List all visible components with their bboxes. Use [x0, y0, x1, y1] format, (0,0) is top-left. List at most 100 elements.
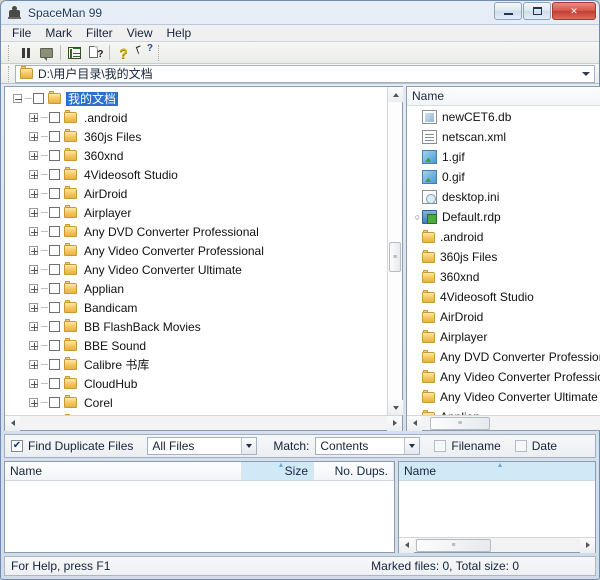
tree-vscroll-thumb[interactable]: ≡: [389, 242, 401, 272]
menu-file[interactable]: File: [5, 25, 38, 41]
expand-toggle-icon[interactable]: [29, 227, 38, 236]
help-button[interactable]: ?: [113, 43, 134, 62]
tree-vertical-scrollbar[interactable]: ≡: [387, 87, 402, 415]
toolbar-grip-2[interactable]: [158, 45, 162, 61]
tree-horizontal-scrollbar[interactable]: [5, 415, 402, 430]
folder-tree[interactable]: 我的文档.android360js Files360xnd4Videosoft …: [5, 87, 402, 430]
dupfiles-horizontal-scrollbar[interactable]: ≡: [399, 537, 595, 552]
tree-node-checkbox[interactable]: [49, 226, 60, 237]
tree-node-checkbox[interactable]: [49, 378, 60, 389]
document-help-button[interactable]: ?: [85, 43, 106, 62]
tree-node[interactable]: Applian: [5, 279, 402, 298]
file-list-row[interactable]: Any Video Converter Professiona: [407, 367, 600, 387]
chevron-down-icon[interactable]: [404, 438, 419, 454]
tree-node[interactable]: Bandicam: [5, 298, 402, 317]
dupfiles-hscroll-thumb[interactable]: ≡: [416, 539, 491, 552]
expand-toggle-icon[interactable]: [29, 322, 38, 331]
file-list-row[interactable]: .android: [407, 227, 600, 247]
expand-toggle-icon[interactable]: [29, 303, 38, 312]
file-list-row[interactable]: Any DVD Converter Professional: [407, 347, 600, 367]
menu-help[interactable]: Help: [159, 25, 198, 41]
file-list-row[interactable]: desktop.ini: [407, 187, 600, 207]
find-duplicates-checkbox[interactable]: ✔: [11, 440, 23, 452]
menu-filter[interactable]: Filter: [79, 25, 120, 41]
file-list-row[interactable]: netscan.xml: [407, 127, 600, 147]
tree-node[interactable]: BBE Sound: [5, 336, 402, 355]
expand-toggle-icon[interactable]: [29, 189, 38, 198]
scroll-left-icon[interactable]: [407, 416, 422, 431]
scroll-up-icon[interactable]: [388, 87, 403, 102]
tree-node-checkbox[interactable]: [49, 150, 60, 161]
file-list-row[interactable]: Airplayer: [407, 327, 600, 347]
file-list-rows[interactable]: newCET6.dbnetscan.xml1.gif0.gifdesktop.i…: [407, 106, 600, 430]
tree-node-checkbox[interactable]: [49, 169, 60, 180]
comment-button[interactable]: [36, 43, 57, 62]
tree-node-checkbox[interactable]: [49, 188, 60, 199]
tree-node-checkbox[interactable]: [49, 245, 60, 256]
file-list-row[interactable]: ○Default.rdp: [407, 207, 600, 227]
dup-column-header-name[interactable]: Name: [5, 462, 242, 480]
maximize-button[interactable]: [523, 2, 551, 20]
pause-button[interactable]: [15, 43, 36, 62]
tree-node[interactable]: 4Videosoft Studio: [5, 165, 402, 184]
path-combobox[interactable]: D:\用户目录\我的文档: [15, 65, 595, 83]
tree-node[interactable]: AirDroid: [5, 184, 402, 203]
expand-toggle-icon[interactable]: [29, 284, 38, 293]
scroll-down-icon[interactable]: [388, 400, 403, 415]
expand-toggle-icon[interactable]: [29, 170, 38, 179]
tree-node[interactable]: .android: [5, 108, 402, 127]
tree-node-checkbox[interactable]: [49, 321, 60, 332]
expand-toggle-icon[interactable]: [29, 341, 38, 350]
tree-node-checkbox[interactable]: [49, 131, 60, 142]
tree-node[interactable]: Any Video Converter Ultimate: [5, 260, 402, 279]
expand-toggle-icon[interactable]: [29, 398, 38, 407]
tree-node[interactable]: Any Video Converter Professional: [5, 241, 402, 260]
expand-toggle-icon[interactable]: [29, 132, 38, 141]
tree-node-checkbox[interactable]: [49, 264, 60, 275]
tree-node-checkbox[interactable]: [49, 283, 60, 294]
menu-mark[interactable]: Mark: [38, 25, 79, 41]
scroll-left-icon[interactable]: [399, 538, 414, 553]
tree-node[interactable]: CloudHub: [5, 374, 402, 393]
file-list-row[interactable]: 0.gif: [407, 167, 600, 187]
list-horizontal-scrollbar[interactable]: ≡: [407, 415, 600, 430]
file-list-row[interactable]: 360js Files: [407, 247, 600, 267]
menu-view[interactable]: View: [120, 25, 160, 41]
tree-node[interactable]: 我的文档: [5, 89, 402, 108]
chevron-down-icon[interactable]: [582, 72, 590, 76]
file-list-row[interactable]: Any Video Converter Ultimate: [407, 387, 600, 407]
tree-node-checkbox[interactable]: [49, 302, 60, 313]
tree-node-checkbox[interactable]: [49, 397, 60, 408]
list-hscroll-thumb[interactable]: ≡: [430, 417, 490, 430]
column-header-name[interactable]: Name: [407, 87, 600, 106]
address-grip[interactable]: [8, 66, 12, 82]
context-help-button[interactable]: ?: [134, 43, 155, 62]
minimize-button[interactable]: [494, 2, 522, 20]
chevron-down-icon[interactable]: [241, 438, 256, 454]
expand-toggle-icon[interactable]: [29, 246, 38, 255]
tree-node[interactable]: Calibre 书库: [5, 355, 402, 374]
duplicate-groups-rows[interactable]: [5, 481, 394, 552]
tree-node-checkbox[interactable]: [49, 340, 60, 351]
close-button[interactable]: ✕: [552, 2, 596, 20]
dup-column-header-nodups[interactable]: No. Dups.: [314, 462, 394, 480]
scroll-right-icon[interactable]: [580, 538, 595, 553]
tree-node-checkbox[interactable]: [49, 112, 60, 123]
scroll-right-icon[interactable]: [387, 416, 402, 431]
tree-node[interactable]: 360xnd: [5, 146, 402, 165]
file-list-row[interactable]: 1.gif: [407, 147, 600, 167]
expand-toggle-icon[interactable]: [29, 208, 38, 217]
tree-node-checkbox[interactable]: [49, 359, 60, 370]
expand-toggle-icon[interactable]: [29, 113, 38, 122]
tree-node[interactable]: BB FlashBack Movies: [5, 317, 402, 336]
file-filter-combobox[interactable]: All Files: [147, 437, 257, 455]
tree-node[interactable]: Corel: [5, 393, 402, 412]
file-list-row[interactable]: newCET6.db: [407, 107, 600, 127]
match-filename-checkbox[interactable]: [434, 440, 446, 452]
expand-toggle-icon[interactable]: [29, 151, 38, 160]
expand-toggle-icon[interactable]: [29, 265, 38, 274]
match-date-checkbox[interactable]: [515, 440, 527, 452]
tree-node[interactable]: 360js Files: [5, 127, 402, 146]
toolbar-grip[interactable]: [8, 45, 12, 61]
tree-node[interactable]: Any DVD Converter Professional: [5, 222, 402, 241]
